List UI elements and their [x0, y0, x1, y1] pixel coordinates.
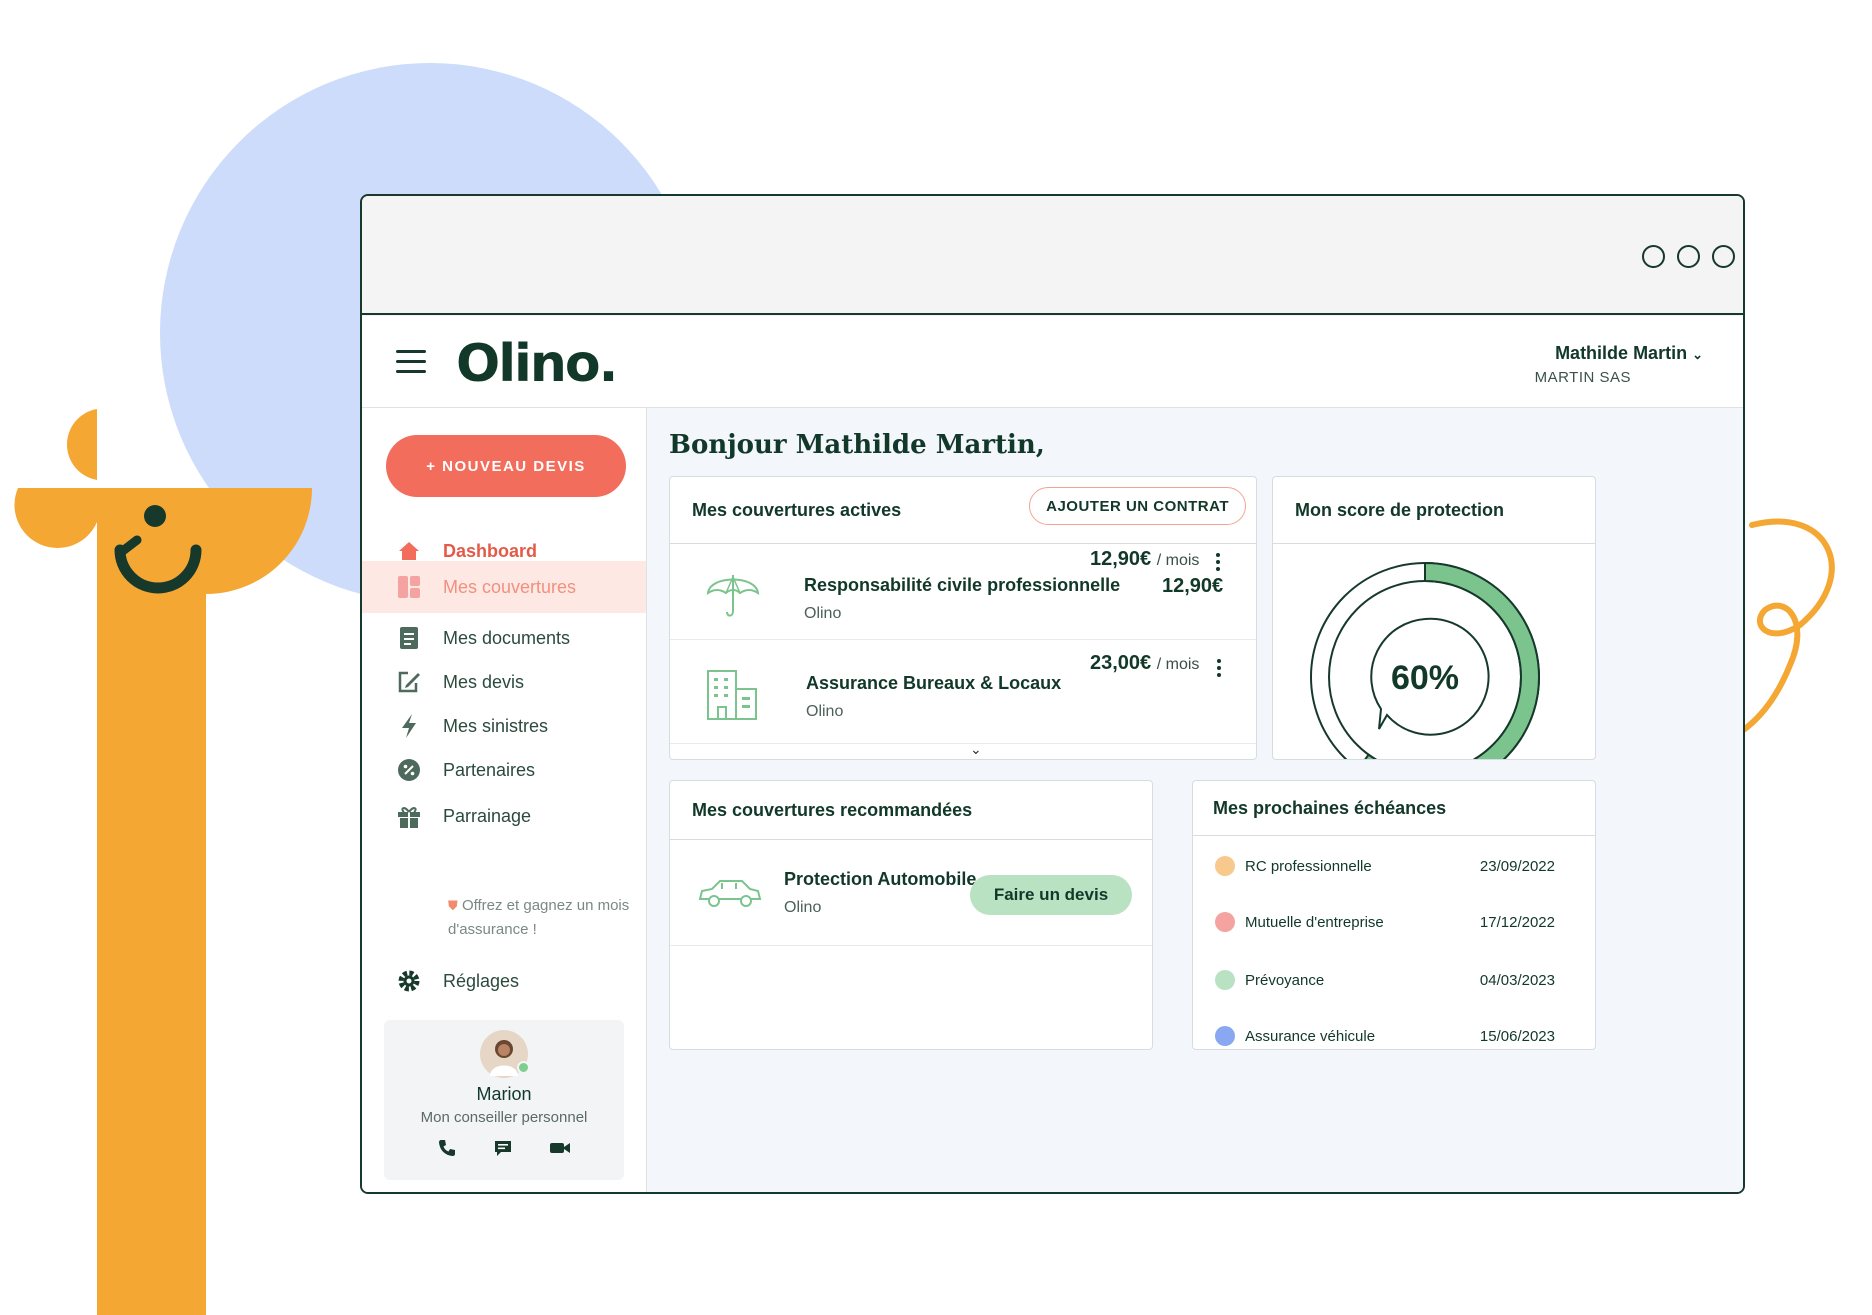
- expand-chevron-icon[interactable]: ⌄: [970, 741, 982, 758]
- page-title: Bonjour Mathilde Martin,: [669, 430, 1045, 460]
- card-title: Mon score de protection: [1295, 499, 1505, 520]
- video-icon[interactable]: [549, 1138, 571, 1163]
- sidebar-item-label: Réglages: [443, 970, 520, 991]
- grid-icon: [395, 573, 423, 601]
- sidebar: + NOUVEAU DEVIS Dashboard Mes couverture…: [362, 408, 647, 1192]
- umbrella-icon: [706, 569, 760, 628]
- sidebar-item-reglages[interactable]: Réglages: [362, 955, 646, 1007]
- due-date: 17/12/2022: [1479, 913, 1555, 931]
- sidebar-item-partenaires[interactable]: Partenaires: [362, 744, 646, 796]
- status-dot: [1215, 856, 1235, 876]
- coverage-title: Responsabilité civile professionnelle: [804, 575, 1121, 595]
- gift-icon: [395, 802, 423, 830]
- sidebar-item-label: Mes documents: [443, 627, 571, 648]
- window-control-dot[interactable]: [1677, 245, 1700, 268]
- sponsor-subtitle: Offrez et gagnez un mois d'assurance !: [448, 897, 630, 938]
- phone-icon[interactable]: [437, 1138, 457, 1163]
- browser-window: Olino. Mathilde Martin ⌄ MARTIN SAS + NO…: [360, 194, 1745, 1194]
- score-value: 60%: [1391, 659, 1459, 697]
- recommended-coverages-card: Mes couvertures recommandées Protection …: [669, 780, 1153, 1050]
- card-title: Mes prochaines échéances: [1213, 797, 1447, 818]
- coverage-provider: Olino: [804, 605, 842, 622]
- user-name: Mathilde Martin: [1555, 343, 1688, 363]
- price-period: / mois: [1156, 552, 1200, 569]
- list-item[interactable]: Assurance véhicule 15/06/2023: [1215, 1021, 1575, 1049]
- status-dot: [1215, 1026, 1235, 1046]
- coverage-price: 12,90€: [1090, 548, 1152, 570]
- due-date: 23/09/2022: [1479, 857, 1555, 875]
- list-item[interactable]: Prévoyance 04/03/2023: [1215, 965, 1575, 995]
- lightning-icon: [395, 712, 423, 740]
- card-title: Mes couvertures recommandées: [692, 799, 973, 820]
- protection-score-card: Mon score de protection 60%: [1272, 476, 1596, 760]
- user-company: MARTIN SAS: [1534, 369, 1631, 386]
- more-options-icon[interactable]: [1215, 553, 1221, 574]
- request-quote-button[interactable]: Faire un devis: [970, 875, 1132, 915]
- upcoming-due-dates-card: Mes prochaines échéances RC professionne…: [1192, 780, 1596, 1050]
- advisor-name: Marion: [476, 1084, 532, 1104]
- logo[interactable]: Olino.: [456, 334, 618, 394]
- chat-icon[interactable]: [493, 1138, 513, 1163]
- advisor-role: Mon conseiller personnel: [420, 1109, 588, 1126]
- sidebar-item-label: Partenaires: [443, 759, 536, 780]
- percent-badge-icon: [395, 756, 423, 784]
- due-label: RC professionnelle: [1245, 857, 1372, 875]
- coverage-provider: Olino: [784, 899, 822, 916]
- card-title: Mes couvertures actives: [692, 499, 902, 520]
- list-item[interactable]: Mutuelle d'entreprise 17/12/2022: [1215, 907, 1575, 937]
- mascot-giraffe-illustration: [14, 409, 312, 1315]
- status-dot: [1215, 970, 1235, 990]
- window-titlebar: [362, 196, 1743, 315]
- status-dot: [1215, 912, 1235, 932]
- sidebar-item-label: Dashboard: [443, 540, 538, 561]
- edit-icon: [395, 668, 423, 696]
- protection-score-gauge: 60%: [1310, 561, 1540, 759]
- sidebar-item-label: Mes sinistres: [443, 715, 549, 736]
- coverage-title: Assurance Bureaux & Locaux: [806, 673, 1062, 693]
- chevron-down-icon: ⌄: [1692, 347, 1703, 362]
- window-control-dot[interactable]: [1712, 245, 1735, 268]
- list-item[interactable]: RC professionnelle 23/09/2022: [1215, 851, 1575, 881]
- sidebar-item-label: Mes couvertures: [443, 576, 577, 597]
- sidebar-item-mes-couvertures[interactable]: Mes couvertures: [362, 561, 646, 613]
- due-date: 15/06/2023: [1479, 1027, 1555, 1045]
- sidebar-item-label: Parrainage: [443, 805, 532, 826]
- sidebar-item-label: Mes devis: [443, 671, 525, 692]
- avatar: [480, 1030, 530, 1078]
- more-options-icon[interactable]: [1216, 659, 1222, 680]
- top-bar: Olino. Mathilde Martin ⌄ MARTIN SAS: [362, 316, 1743, 408]
- coverage-provider: Olino: [806, 703, 844, 720]
- sidebar-item-parrainage[interactable]: Parrainage: [362, 790, 646, 842]
- main-content: Bonjour Mathilde Martin, Mes couvertures…: [647, 408, 1743, 1192]
- price-period: / mois: [1156, 656, 1200, 673]
- coverage-price: 23,00€: [1090, 652, 1152, 674]
- add-contract-button[interactable]: AJOUTER UN CONTRAT: [1029, 487, 1246, 525]
- window-control-dot[interactable]: [1642, 245, 1665, 268]
- badge-icon: ⛊: [448, 898, 458, 913]
- new-quote-button[interactable]: + NOUVEAU DEVIS: [386, 435, 626, 497]
- gear-icon: [395, 967, 423, 995]
- hamburger-menu-icon[interactable]: [396, 350, 426, 380]
- advisor-card: Marion Mon conseiller personnel: [384, 1020, 624, 1180]
- coverage-title: Protection Automobile: [784, 869, 977, 889]
- car-icon: [698, 877, 762, 914]
- list-item[interactable]: Protection Automobile Olino Faire un dev…: [670, 839, 1152, 946]
- due-label: Assurance véhicule: [1245, 1027, 1376, 1045]
- document-icon: [395, 624, 423, 652]
- due-label: Mutuelle d'entreprise: [1245, 913, 1384, 931]
- due-date: 04/03/2023: [1479, 971, 1555, 989]
- due-label: Prévoyance: [1245, 971, 1325, 989]
- coverage-price: 12,90€: [1162, 575, 1224, 597]
- active-coverages-card: Mes couvertures actives AJOUTER UN CONTR…: [669, 476, 1257, 760]
- office-building-icon: [706, 669, 760, 726]
